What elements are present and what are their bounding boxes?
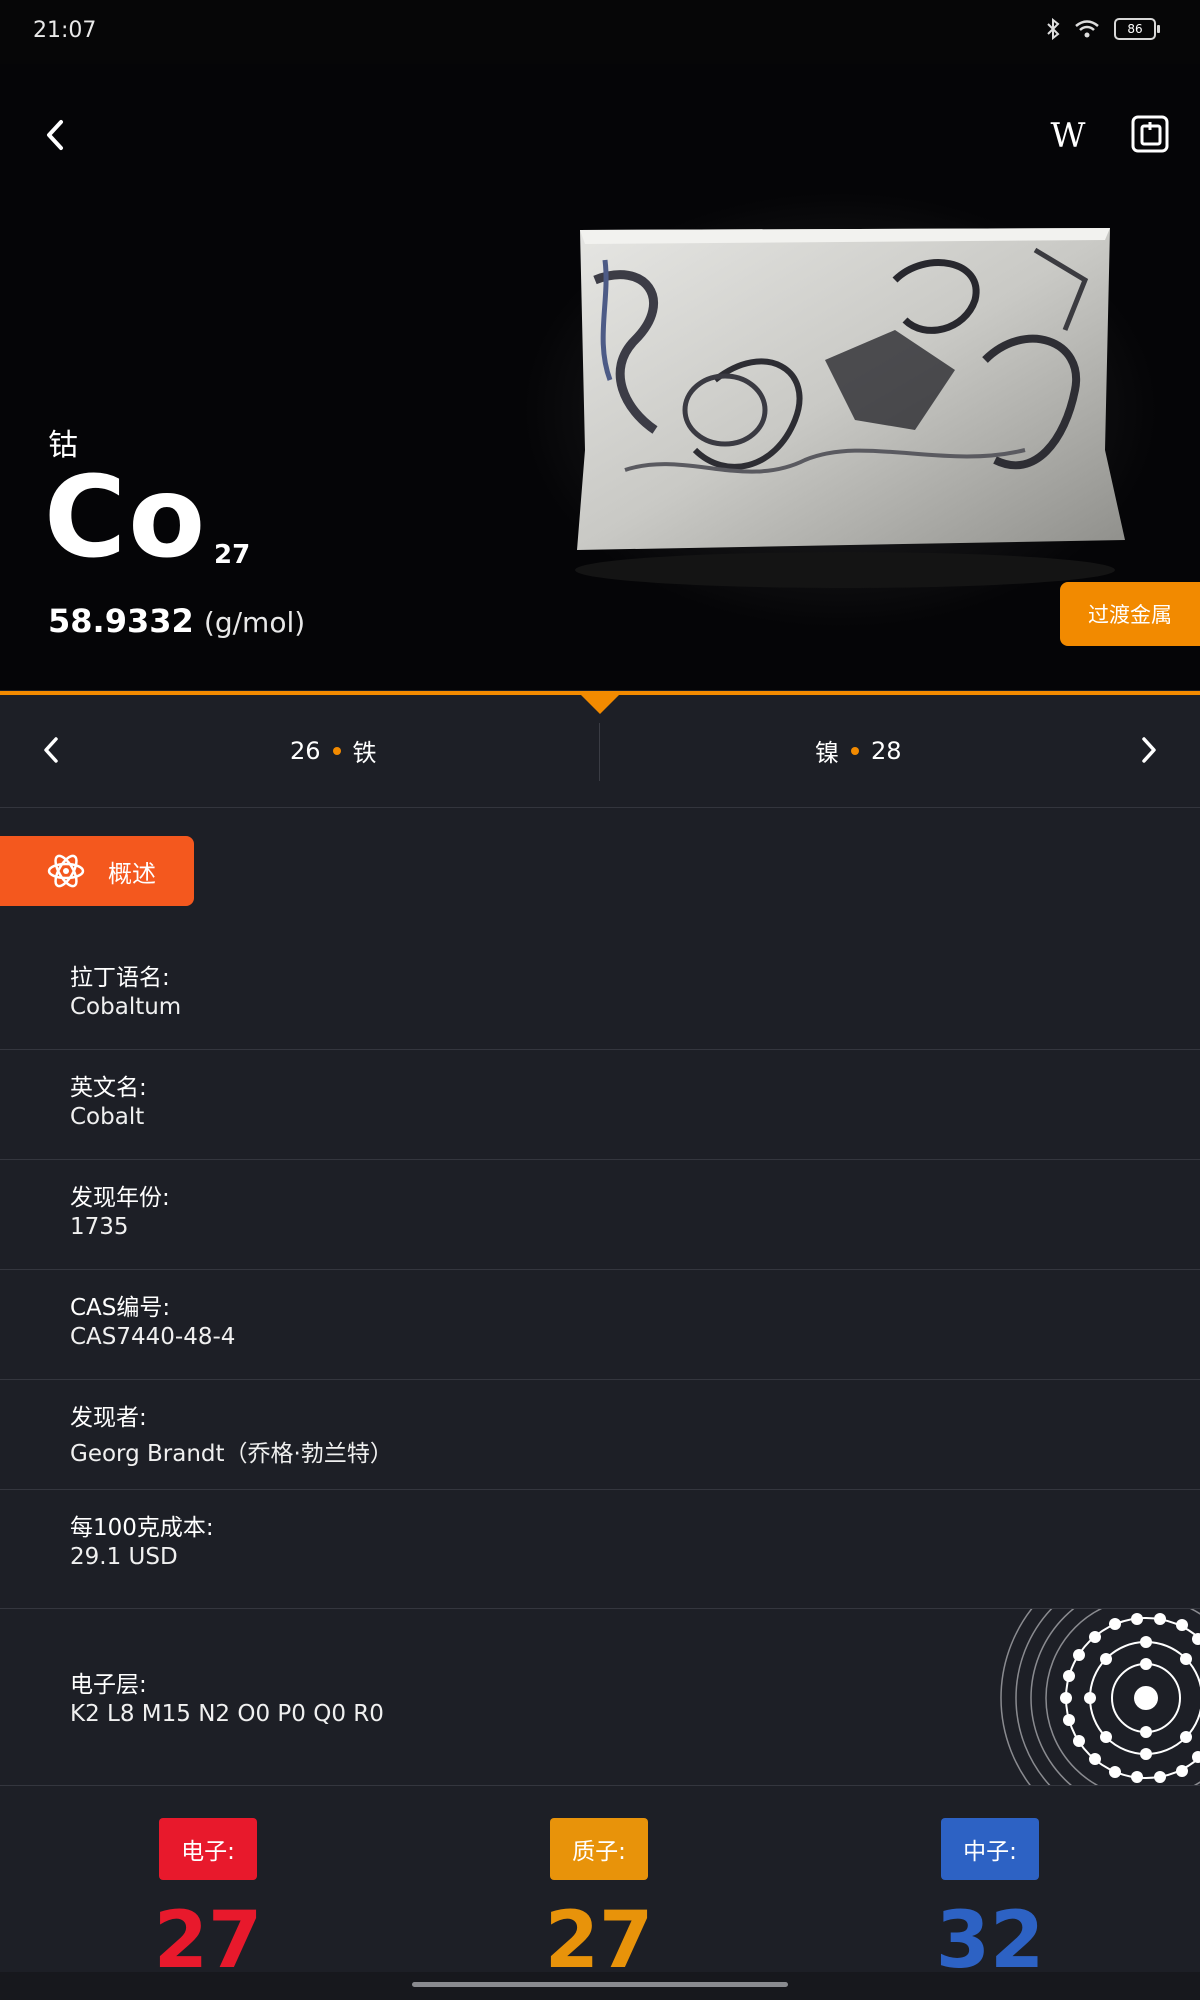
atom-icon — [47, 854, 85, 888]
atomic-mass-unit: (g/mol) — [203, 606, 306, 639]
system-navigation-bar — [0, 1972, 1200, 2000]
neutrons-card: 中子: 32 — [880, 1818, 1100, 1980]
tab-overview-label: 概述 — [108, 859, 156, 888]
home-indicator[interactable] — [412, 1982, 788, 1987]
info-label: CAS编号: — [70, 1295, 171, 1321]
protons-badge: 质子: — [550, 1818, 648, 1880]
category-badge[interactable]: 过渡金属 — [1060, 582, 1200, 646]
electron-shell-value: K2 L8 M15 N2 O0 P0 Q0 R0 — [70, 1701, 384, 1727]
wifi-icon — [1075, 20, 1099, 38]
electron-shell-section: 电子层: K2 L8 M15 N2 O0 P0 Q0 R0 — [0, 1608, 1200, 1786]
atomic-mass: 58.9332 — [48, 602, 194, 640]
next-element-name: 镍 — [815, 739, 839, 767]
info-value: 29.1 USD — [70, 1544, 178, 1570]
info-value: 1735 — [70, 1214, 129, 1240]
next-element-button[interactable] — [1132, 733, 1166, 767]
protons-card: 质子: 27 — [489, 1818, 709, 1980]
info-value: Cobaltum — [70, 994, 182, 1020]
info-value: Cobalt — [70, 1104, 145, 1130]
neutrons-count: 32 — [935, 1896, 1045, 1986]
next-element[interactable]: 镍 28 — [815, 733, 902, 768]
info-value: Georg Brandt（乔格·勃兰特） — [70, 1441, 393, 1467]
bohr-model-diagram — [1000, 1609, 1200, 1785]
chevron-right-icon — [1142, 737, 1156, 763]
info-row-discoverer: 发现者: Georg Brandt（乔格·勃兰特） — [0, 1380, 1200, 1490]
info-label: 英文名: — [70, 1075, 147, 1101]
separator-dot — [851, 746, 859, 755]
info-label: 发现者: — [70, 1405, 147, 1431]
neutrons-badge: 中子: — [941, 1818, 1039, 1880]
separator-dot — [332, 746, 341, 755]
battery-indicator: 86 — [1114, 18, 1160, 40]
previous-element[interactable]: 26 铁 — [290, 733, 377, 768]
wikipedia-icon: W — [1050, 116, 1086, 156]
status-icons: 86 — [1046, 18, 1160, 40]
wikipedia-button[interactable]: W — [1042, 112, 1094, 160]
bluetooth-icon — [1047, 18, 1060, 40]
element-symbol: Co — [44, 453, 208, 583]
chevron-left-icon — [44, 737, 58, 763]
atomic-number: 27 — [214, 540, 251, 570]
info-row-cost: 每100克成本: 29.1 USD — [0, 1490, 1200, 1600]
info-label: 每100克成本: — [70, 1515, 214, 1541]
electrons-card: 电子: 27 — [98, 1818, 318, 1980]
protons-count: 27 — [544, 1896, 654, 1986]
specimen-image — [575, 228, 1125, 588]
info-row-discovery-year: 发现年份: 1735 — [0, 1160, 1200, 1270]
screenshot-share-button[interactable] — [1124, 108, 1176, 160]
chevron-left-icon — [47, 120, 63, 150]
status-bar: 21:07 86 — [0, 0, 1200, 64]
next-element-number: 28 — [871, 736, 902, 765]
electrons-badge: 电子: — [159, 1818, 257, 1880]
back-button[interactable] — [30, 110, 80, 160]
atomic-mass-row: 58.9332 (g/mol) — [48, 602, 305, 640]
electron-shell-label: 电子层: — [70, 1672, 147, 1698]
electrons-count: 27 — [153, 1896, 263, 1986]
previous-element-name: 铁 — [352, 739, 377, 767]
info-label: 发现年份: — [70, 1185, 170, 1211]
info-row-latin-name: 拉丁语名: Cobaltum — [0, 940, 1200, 1050]
previous-element-button[interactable] — [34, 733, 68, 767]
current-element-pointer — [580, 694, 620, 714]
info-row-cas-number: CAS编号: CAS7440-48-4 — [0, 1270, 1200, 1380]
info-value: CAS7440-48-4 — [70, 1324, 236, 1350]
info-row-english-name: 英文名: Cobalt — [0, 1050, 1200, 1160]
tab-overview[interactable]: 概述 — [0, 836, 194, 906]
element-info-list: 拉丁语名: Cobaltum 英文名: Cobalt 发现年份: 1735 CA… — [0, 940, 1200, 1600]
element-hero: W 钴 Co 27 58.9332 (g/mol) 过渡金属 — [0, 0, 1200, 690]
previous-element-number: 26 — [290, 736, 321, 765]
screenshot-icon — [1131, 115, 1169, 153]
neighbor-divider — [599, 723, 600, 781]
info-label: 拉丁语名: — [70, 965, 170, 991]
status-time: 21:07 — [33, 18, 97, 43]
particle-counts: 电子: 27 质子: 27 中子: 32 — [0, 1786, 1200, 2000]
